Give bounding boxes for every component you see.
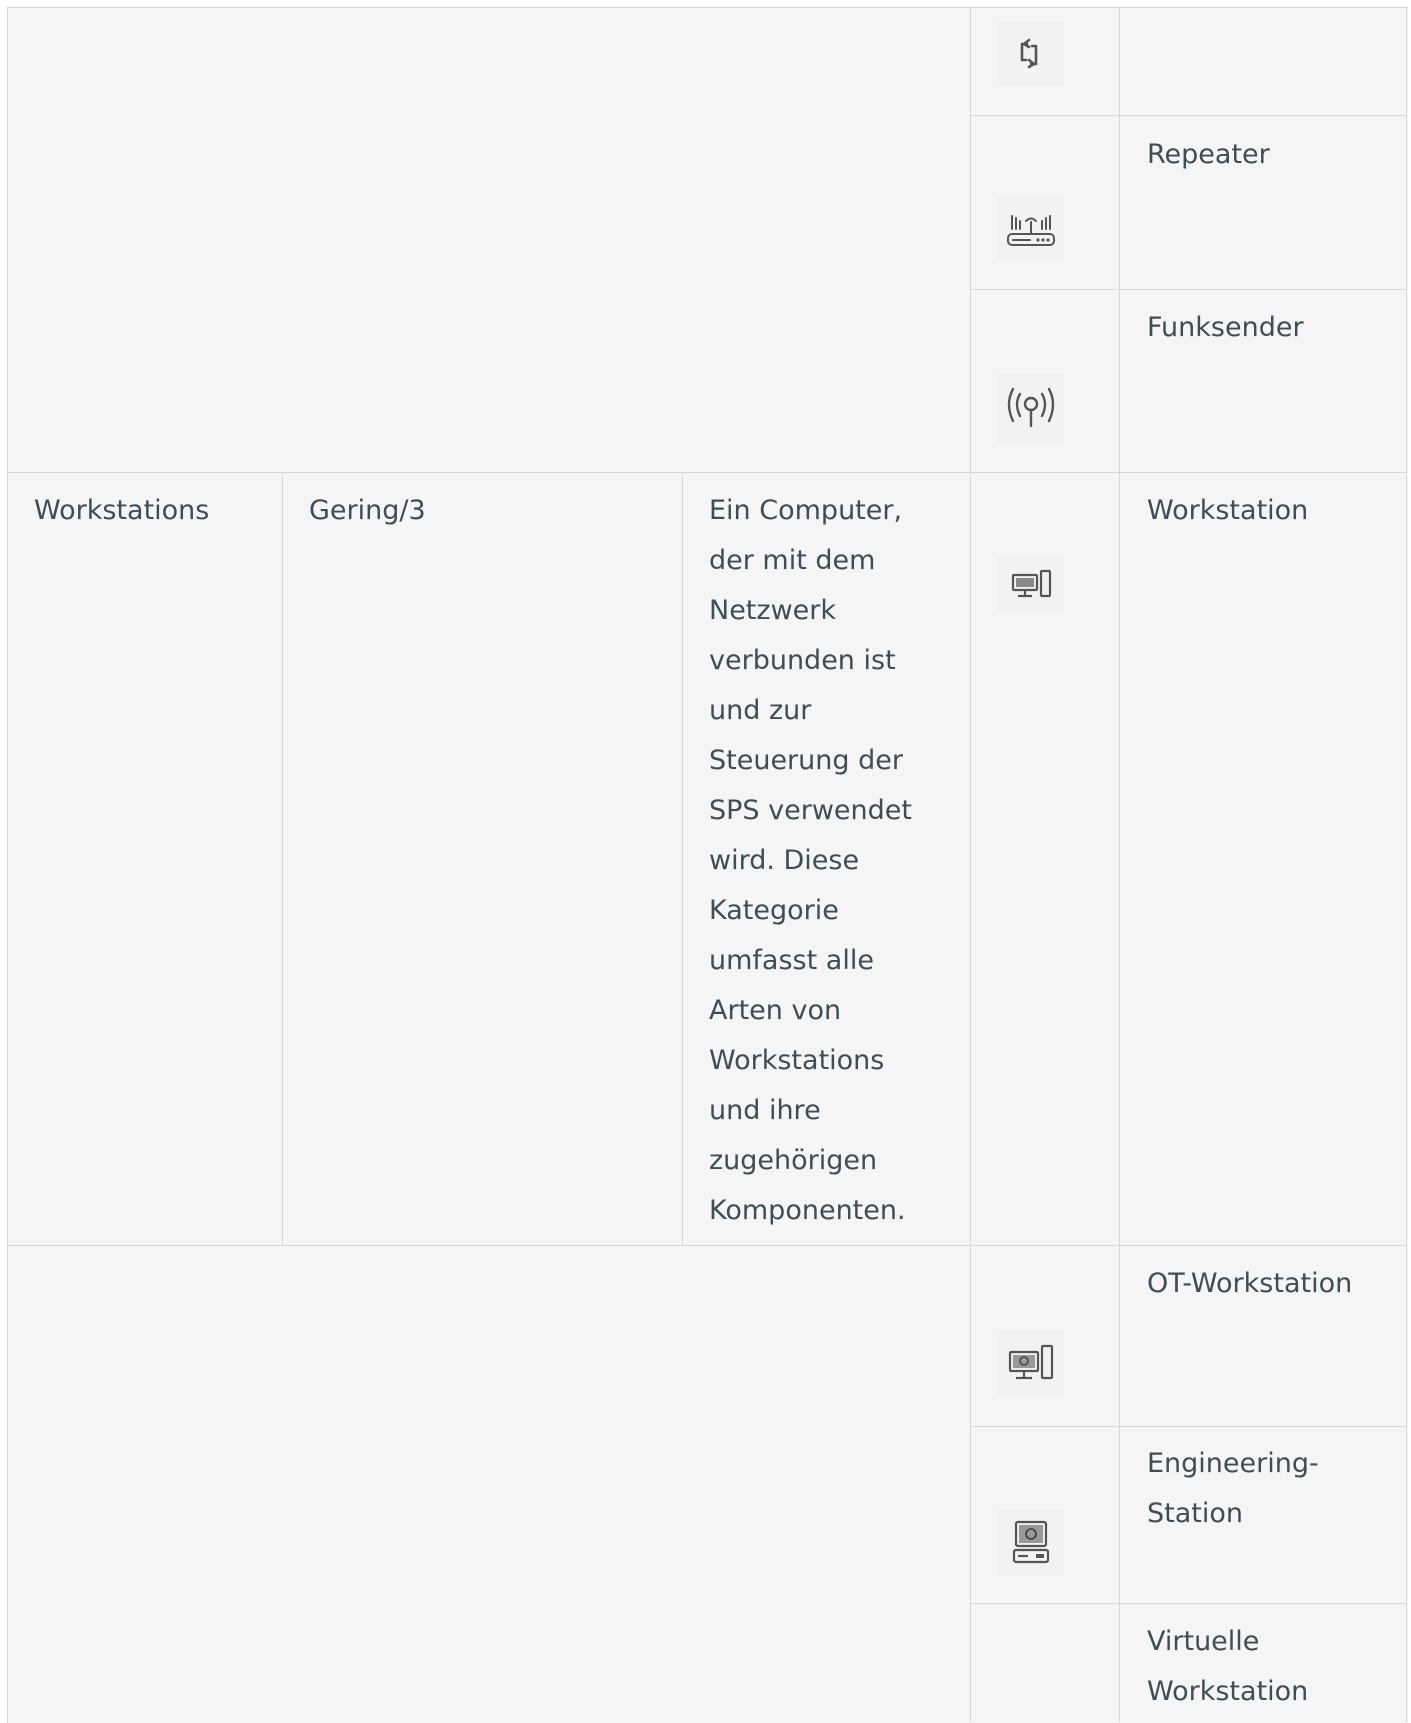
description-line: und zur [709,695,812,726]
description-line: der mit dem [709,545,876,576]
description-line: Netzwerk [709,595,836,626]
description-line: und ihre [709,1095,821,1126]
description-line: umfasst alle [709,945,874,976]
col-divider [1406,7,1407,1722]
device-type-label: Funksender [1147,312,1304,343]
workstation-icon [998,556,1064,612]
description-line: Kategorie [709,895,839,926]
device-type-label: Workstation [1147,1676,1309,1707]
row-divider [970,1426,1407,1427]
description-line: wird. Diese [709,845,860,876]
row-divider [970,289,1407,290]
category-cell: Workstations [34,495,210,526]
level-cell: Gering/3 [309,495,426,526]
col-divider [682,473,683,1246]
description-line: Arten von [709,995,842,1026]
col-divider [282,473,283,1246]
device-type-label: Virtuelle [1147,1626,1260,1657]
description-cell: Ein Computer, der mit dem Netzwerk verbu… [709,486,912,1236]
engineering-station-icon [998,1510,1064,1576]
col-divider [1119,7,1120,1722]
description-line: Workstations [709,1045,885,1076]
repeat-icon [998,22,1064,86]
device-type-label: Repeater [1147,139,1270,170]
description-line: Steuerung der [709,745,903,776]
device-type-label: Station [1147,1498,1243,1529]
description-line: zugehörigen [709,1145,878,1176]
radio-transmitter-icon [998,374,1064,444]
row-divider [7,1245,1407,1246]
description-line: SPS verwendet [709,795,912,826]
description-line: Komponenten. [709,1195,906,1226]
device-type-label: OT-Workstation [1147,1268,1353,1299]
col-divider [970,7,971,1722]
row-divider [970,1603,1407,1604]
row-divider [7,472,1407,473]
ot-workstation-icon [998,1330,1064,1396]
description-line: Ein Computer, [709,495,903,526]
description-line: verbunden ist [709,645,896,676]
repeater-router-icon [998,196,1064,260]
device-type-label: Engineering- [1147,1448,1319,1479]
row-divider [970,115,1407,116]
device-type-label: Workstation [1147,495,1309,526]
